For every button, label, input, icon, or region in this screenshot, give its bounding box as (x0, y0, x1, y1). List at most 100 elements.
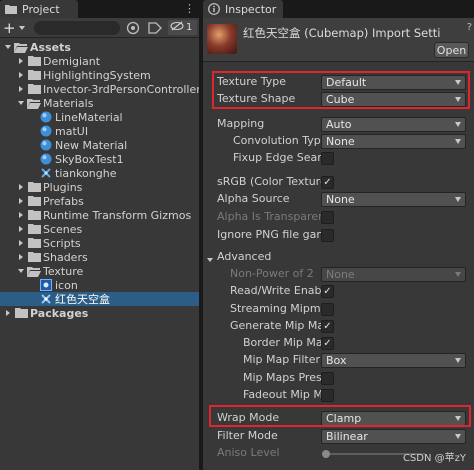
tree-item-invector[interactable]: Invector-3rdPersonController_LI (0, 82, 199, 96)
tree-label: Packages (30, 306, 89, 320)
collapsed-arrow-icon[interactable] (16, 196, 26, 206)
material-sphere-icon (39, 111, 53, 123)
expanded-arrow-icon[interactable] (3, 42, 13, 52)
collapsed-arrow-icon[interactable] (16, 70, 26, 80)
open-button[interactable]: Open (434, 42, 469, 58)
add-button-label: + (3, 18, 16, 37)
border-mipmaps-checkbox[interactable] (321, 337, 334, 350)
read-write-label: Read/Write Enable (230, 284, 321, 297)
ignore-png-label: Ignore PNG file gamm (217, 228, 321, 241)
mapping-dropdown[interactable]: Auto (321, 117, 466, 132)
srgb-checkbox[interactable] (321, 176, 334, 189)
dropdown-value: Box (326, 354, 347, 367)
convolution-type-label: Convolution Type (233, 134, 328, 147)
tree-item-scripts[interactable]: Scripts (0, 236, 199, 250)
tree-item-texture[interactable]: Texture (0, 264, 199, 278)
inspector-tabbar: Inspector (203, 0, 474, 18)
expanded-arrow-icon[interactable] (16, 98, 26, 108)
add-button[interactable]: + (3, 20, 29, 35)
tree-label: New Material (55, 138, 128, 152)
tree-item-tiankonghe[interactable]: tiankonghe (0, 166, 199, 180)
tree-item-plugins[interactable]: Plugins (0, 180, 199, 194)
texture-icon (39, 279, 53, 291)
collapsed-arrow-icon[interactable] (3, 308, 13, 318)
generate-mipmaps-label: Generate Mip Map (230, 319, 321, 332)
help-icon[interactable]: ? (467, 22, 472, 33)
tree-label: Prefabs (43, 194, 84, 208)
collapsed-arrow-icon[interactable] (16, 210, 26, 220)
alpha-transparency-label: Alpha Is Transparenc (217, 210, 321, 223)
tree-label: Plugins (43, 180, 83, 194)
tree-item-demigiant[interactable]: Demigiant (0, 54, 199, 68)
fadeout-mipmaps-checkbox[interactable] (321, 389, 334, 402)
advanced-foldout[interactable]: Advanced (203, 249, 474, 266)
fixup-edge-seams-checkbox[interactable] (321, 152, 334, 165)
tree-item-shaders[interactable]: Shaders (0, 250, 199, 264)
expanded-arrow-icon[interactable] (16, 266, 26, 276)
tree-item-scenes[interactable]: Scenes (0, 222, 199, 236)
folder-icon (14, 307, 28, 319)
project-tabbar: Project ⋮ (0, 0, 199, 18)
tree-item-packages[interactable]: Packages (0, 306, 199, 320)
tab-menu-icon[interactable]: ⋮ (184, 3, 195, 14)
tree-item-prefabs[interactable]: Prefabs (0, 194, 199, 208)
hidden-packages-toggle[interactable]: 1 (168, 20, 197, 35)
collapsed-arrow-icon[interactable] (16, 224, 26, 234)
project-panel: Project ⋮ + 1 Assets Demigiant Highlight… (0, 0, 199, 470)
cubemap-icon (39, 167, 53, 179)
tree-item-skyboxtest1[interactable]: SkyBoxTest1 (0, 152, 199, 166)
mapping-label: Mapping (217, 117, 265, 130)
srgb-row: sRGB (Color Texture) (203, 174, 474, 191)
dropdown-caret-icon (455, 197, 461, 202)
tree-label: icon (55, 278, 78, 292)
tree-item-new-material[interactable]: New Material (0, 138, 199, 152)
alpha-source-row: Alpha Source None (203, 191, 474, 208)
tree-item-linematerial[interactable]: LineMaterial (0, 110, 199, 124)
dropdown-value: None (326, 268, 355, 281)
aniso-level-slider-knob[interactable] (322, 450, 330, 458)
folder-icon (27, 237, 41, 249)
collapsed-arrow-icon[interactable] (16, 252, 26, 262)
tree-item-highlightingsystem[interactable]: HighlightingSystem (0, 68, 199, 82)
advanced-label: Advanced (217, 250, 272, 263)
tree-item-materials[interactable]: Materials (0, 96, 199, 110)
dropdown-value: Auto (326, 118, 352, 131)
tree-item-runtime-transform-gizmos[interactable]: Runtime Transform Gizmos (0, 208, 199, 222)
search-field[interactable] (34, 21, 120, 35)
fadeout-mipmaps-row: Fadeout Mip Ma (203, 387, 474, 404)
collapsed-arrow-icon[interactable] (16, 238, 26, 248)
filter-type-icon[interactable] (126, 21, 140, 38)
mipmap-filtering-label: Mip Map Filterin (243, 353, 321, 366)
alpha-source-dropdown[interactable]: None (321, 192, 466, 207)
collapsed-arrow-icon[interactable] (16, 84, 26, 94)
mipmap-filtering-dropdown[interactable]: Box (321, 353, 466, 368)
mipmaps-preserve-checkbox[interactable] (321, 372, 334, 385)
highlight-box-texture (212, 71, 470, 109)
filter-mode-dropdown[interactable]: Bilinear (321, 429, 466, 444)
collapsed-arrow-icon[interactable] (16, 182, 26, 192)
convolution-type-dropdown[interactable]: None (321, 134, 466, 149)
tab-inspector[interactable]: Inspector (203, 0, 283, 18)
folder-icon (27, 69, 41, 81)
tree-item-matui[interactable]: matUI (0, 124, 199, 138)
folder-open-icon (27, 97, 41, 109)
streaming-mipmaps-checkbox[interactable] (321, 303, 334, 316)
tab-project[interactable]: Project (0, 0, 78, 18)
ignore-png-checkbox[interactable] (321, 229, 334, 242)
filter-label-icon[interactable] (148, 22, 162, 37)
tree-label: Assets (30, 40, 71, 54)
tree-item-icon[interactable]: icon (0, 278, 199, 292)
folder-icon (27, 251, 41, 263)
collapsed-arrow-icon[interactable] (16, 56, 26, 66)
non-power-of-2-dropdown[interactable]: None (321, 267, 466, 282)
alpha-transparency-checkbox[interactable] (321, 211, 334, 224)
read-write-checkbox[interactable] (321, 285, 334, 298)
tree-item-red-skybox[interactable]: 红色天空盒 (0, 292, 199, 306)
tree-item-assets[interactable]: Assets (0, 40, 199, 54)
tab-inspector-label: Inspector (225, 2, 277, 16)
read-write-row: Read/Write Enable (203, 283, 474, 300)
tree-label: 红色天空盒 (55, 293, 110, 306)
generate-mipmaps-checkbox[interactable] (321, 320, 334, 333)
srgb-label: sRGB (Color Texture) (217, 175, 321, 188)
tree-label: SkyBoxTest1 (55, 152, 124, 166)
